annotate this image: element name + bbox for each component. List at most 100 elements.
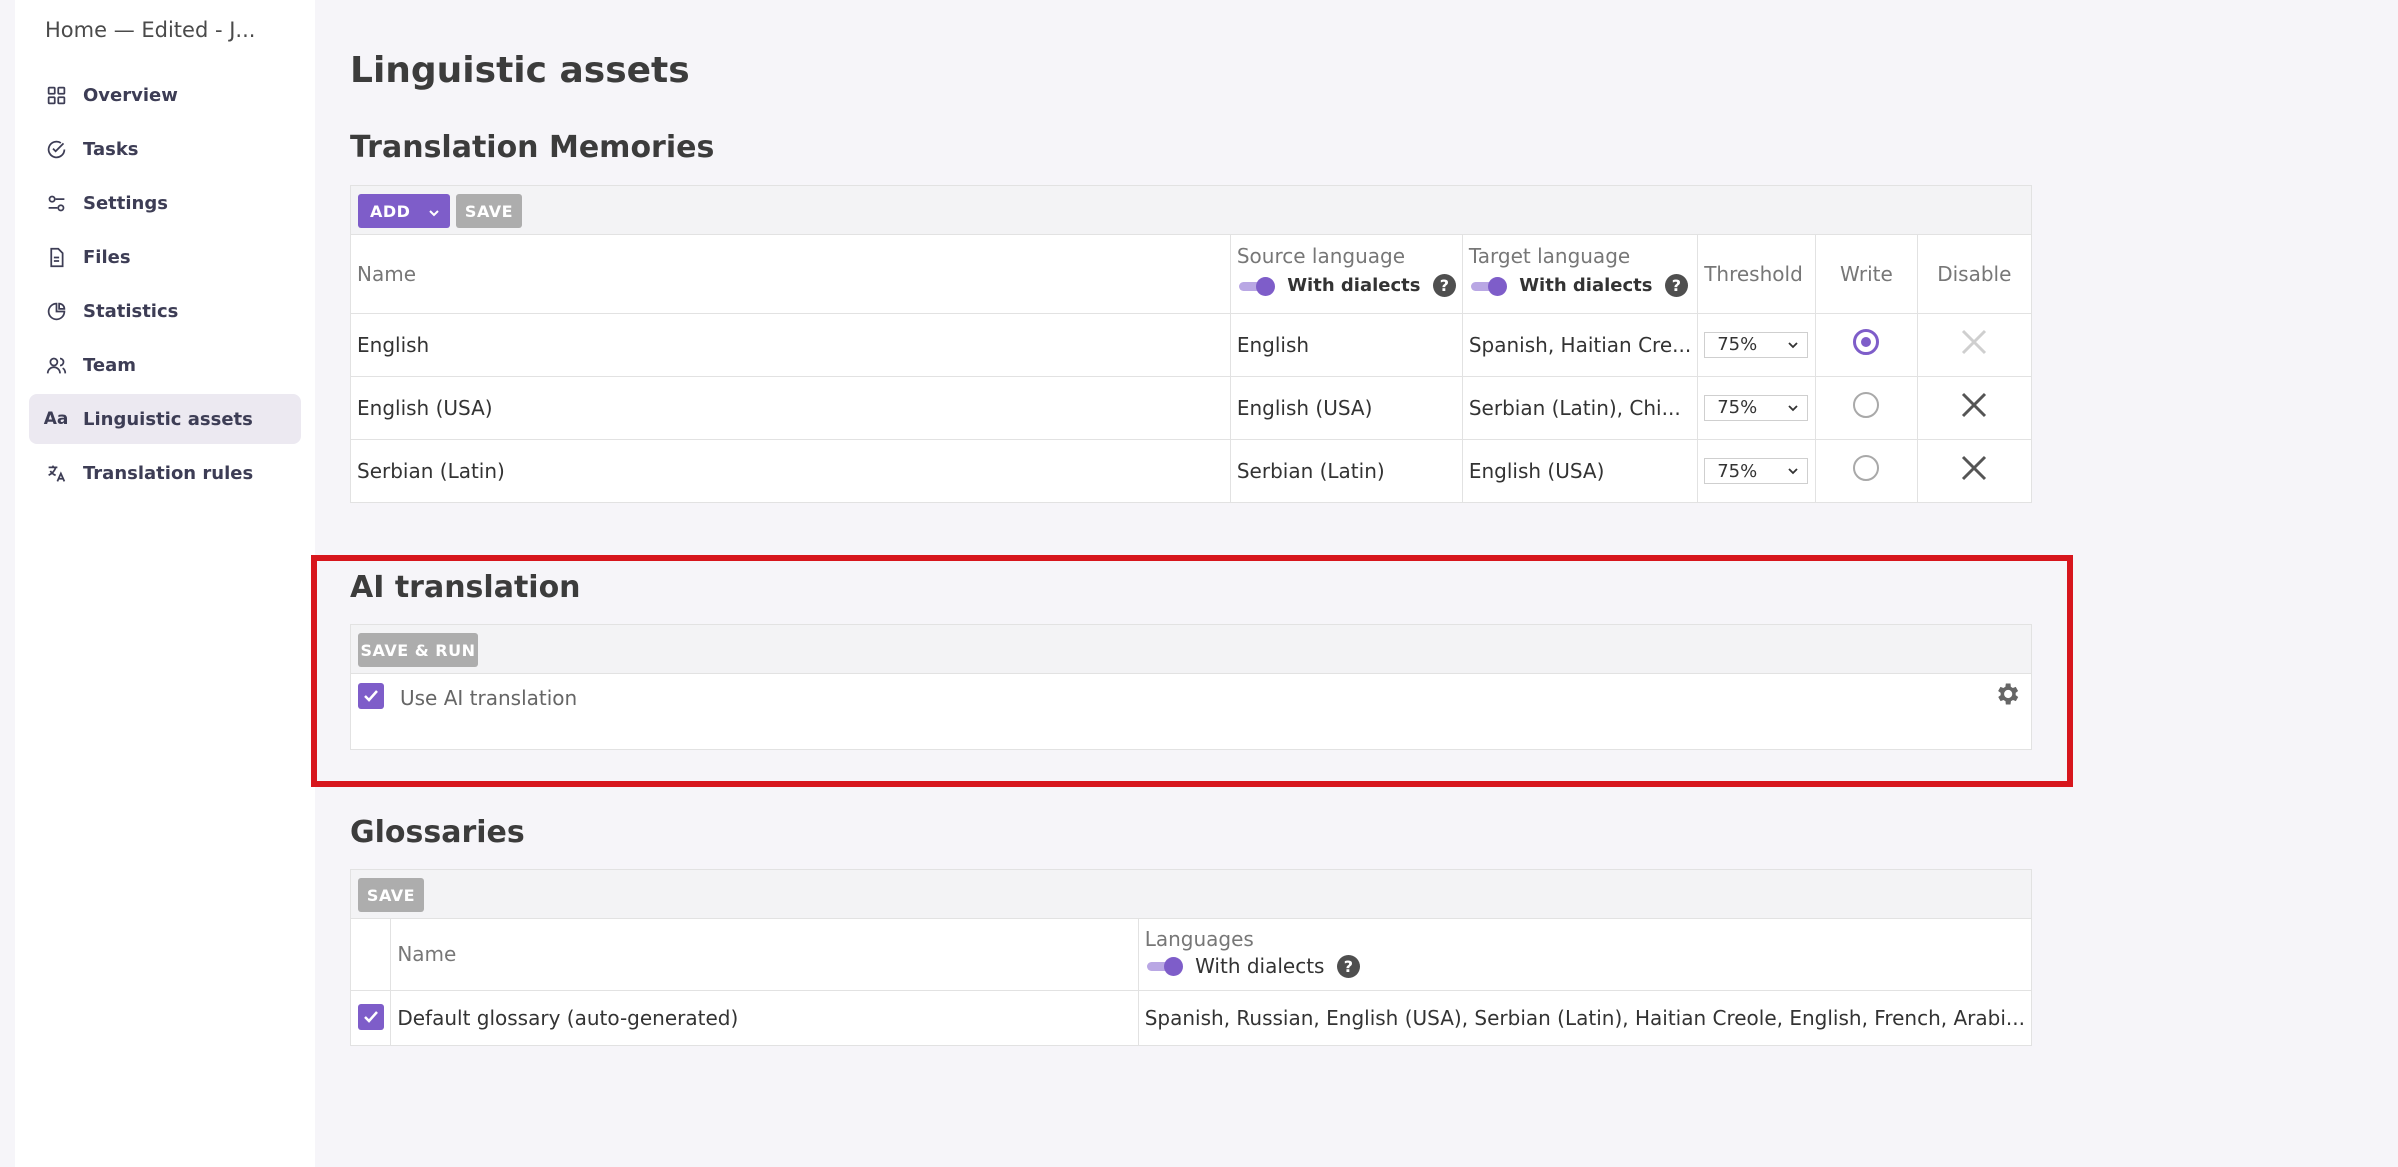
tm-write-cell [1815,439,1918,502]
tm-panel: ADD SAVE Name Source language With diale… [350,185,2032,503]
target-dialects-control: With dialects ? [1469,272,1691,298]
tm-threshold-cell: 75% [1697,376,1817,440]
tm-write-cell [1815,313,1918,377]
with-dialects-label: With dialects [1195,954,1325,978]
add-button-label: ADD [370,201,411,221]
tm-source-cell: English (USA) [1230,376,1463,440]
sliders-icon [45,192,67,214]
chevron-down-icon [1788,468,1798,475]
sidebar: Home — Edited - J... Overview Tasks Sett… [15,0,315,1167]
app-title: Home — Edited - J... [45,18,256,42]
tm-disable-cell [1917,376,2031,440]
help-icon[interactable]: ? [1432,274,1456,298]
languages-dialects-control: With dialects ? [1145,953,2025,978]
source-dialects-control: With dialects ? [1237,272,1456,298]
glossary-name-cell: Default glossary (auto-generated) [390,990,1139,1045]
highlight-box [311,555,2073,787]
glossaries-save-button[interactable]: SAVE [358,878,424,912]
check-circle-icon [45,138,67,160]
sidebar-item-label: Overview [83,84,178,106]
text-aa-icon: Aa [43,409,69,429]
threshold-select[interactable]: 75% [1704,331,1809,358]
glossary-languages-cell: Spanish, Russian, English (USA), Serbian… [1144,1005,2025,1030]
table-row: English (USA) English (USA) Serbian (Lat… [351,376,2031,440]
sidebar-nav: Overview Tasks Settings Files Statistics… [29,70,301,502]
tm-name-cell: Serbian (Latin) [351,439,1231,502]
tm-toolbar: ADD SAVE [351,186,2031,235]
source-dialects-toggle[interactable] [1237,276,1277,296]
sidebar-item-statistics[interactable]: Statistics [29,286,301,336]
disable-x-icon[interactable] [1959,390,1989,420]
tm-threshold-cell: 75% [1697,313,1817,377]
pie-chart-icon [45,300,67,322]
write-radio[interactable] [1853,329,1880,355]
disable-x-icon[interactable] [1959,453,1989,483]
write-radio[interactable] [1853,455,1880,482]
glossaries-section-title: Glossaries [350,815,525,850]
sidebar-item-label: Translation rules [83,462,254,484]
page: Home — Edited - J... Overview Tasks Sett… [0,0,2398,1167]
tm-target-cell: English (USA) [1462,439,1699,502]
sidebar-item-team[interactable]: Team [29,340,301,390]
table-row: Serbian (Latin) Serbian (Latin) English … [351,439,2031,502]
sidebar-item-files[interactable]: Files [29,232,301,282]
tm-section-title: Translation Memories [350,130,715,165]
tm-table: Name Source language With dialects ? Tar… [351,235,2031,502]
tm-source-cell: English [1230,313,1463,377]
grid-icon [45,84,67,106]
sidebar-item-translation-rules[interactable]: Translation rules [29,448,301,498]
threshold-value: 75% [1717,460,1758,482]
glossaries-toolbar: SAVE [351,870,2031,919]
sidebar-item-label: Team [83,354,136,376]
sidebar-item-overview[interactable]: Overview [29,70,301,120]
column-header-disable: Disable [1917,235,2031,314]
column-header-target: Target language With dialects ? [1462,235,1699,314]
glossary-checkbox[interactable] [357,1004,384,1031]
target-dialects-toggle[interactable] [1469,276,1509,296]
column-header-name: Name [390,919,1139,991]
tm-disable-cell [1917,313,2031,377]
tm-disable-cell [1917,439,2031,502]
column-header-write: Write [1815,235,1918,314]
help-icon[interactable]: ? [1336,954,1360,978]
table-row: Default glossary (auto-generated) Spanis… [351,990,2031,1045]
column-header-name: Name [351,235,1231,314]
column-header-threshold: Threshold [1697,235,1817,314]
target-language-label: Target language [1468,244,1631,269]
sidebar-item-label: Statistics [83,300,179,322]
tm-source-cell: Serbian (Latin) [1230,439,1463,502]
sidebar-item-label: Tasks [83,138,139,160]
write-radio[interactable] [1853,392,1880,418]
column-header-source: Source language With dialects ? [1230,235,1463,314]
languages-dialects-toggle[interactable] [1145,957,1185,976]
sidebar-item-label: Settings [83,192,168,214]
threshold-value: 75% [1717,334,1758,356]
glossary-check-cell [351,990,392,1045]
tm-save-button[interactable]: SAVE [456,194,522,228]
sidebar-item-settings[interactable]: Settings [29,178,301,228]
window-edge [0,0,15,1167]
glossaries-panel: SAVE Name Languages With dialects ? Defa… [350,869,2032,1046]
with-dialects-label: With dialects [1519,275,1653,297]
threshold-value: 75% [1717,397,1758,419]
languages-label: Languages [1144,926,1254,951]
sidebar-item-label: Files [83,246,131,268]
sidebar-item-linguistic-assets[interactable]: Aa Linguistic assets [29,394,301,444]
check-icon [363,1011,378,1024]
table-row: English English Spanish, Haitian Cre... … [351,313,2031,377]
tm-target-cell: Serbian (Latin), Chi... [1462,376,1699,440]
source-language-label: Source language [1236,244,1406,269]
threshold-select[interactable]: 75% [1704,394,1809,421]
tm-threshold-cell: 75% [1697,439,1817,502]
chevron-down-icon [428,204,440,223]
sidebar-item-tasks[interactable]: Tasks [29,124,301,174]
column-header-languages: Languages With dialects ? [1138,919,2031,991]
help-icon[interactable]: ? [1664,274,1688,298]
add-button[interactable]: ADD [358,194,450,228]
tm-target-cell: Spanish, Haitian Cre... [1462,313,1699,377]
disable-x-icon[interactable] [1959,327,1989,357]
threshold-select[interactable]: 75% [1704,458,1809,484]
tm-write-cell [1815,376,1918,440]
tm-header-row: Name Source language With dialects ? Tar… [351,235,2031,314]
translate-icon [45,462,67,484]
